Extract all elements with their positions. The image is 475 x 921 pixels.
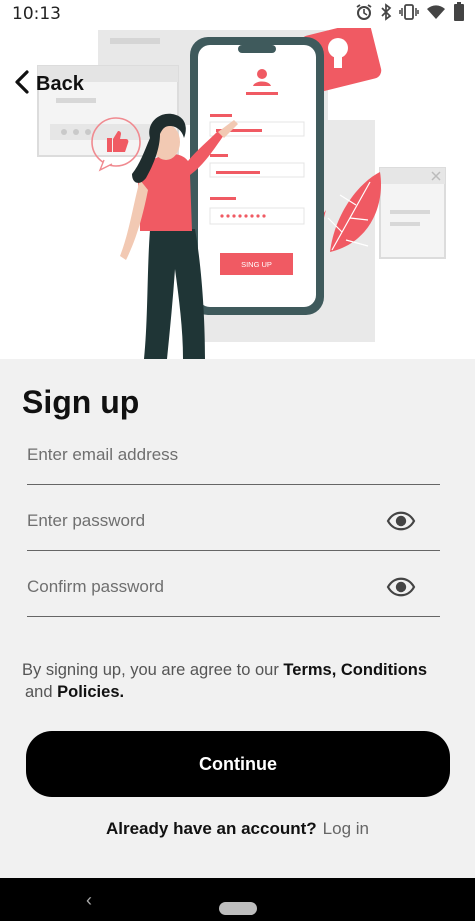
nav-home-pill[interactable]: [219, 902, 257, 915]
confirm-password-field-container: [27, 557, 440, 617]
already-have-account-label: Already have an account?: [105, 819, 317, 838]
continue-button[interactable]: Continue: [26, 731, 450, 797]
vibrate-icon: [399, 3, 419, 26]
status-bar: 10:13: [0, 0, 475, 28]
chevron-left-icon: [14, 70, 30, 99]
alarm-icon: [355, 3, 373, 26]
signup-form: Sign up By signing up, you are agree to …: [0, 359, 475, 878]
terms-line-2: and Policies.: [22, 681, 467, 703]
password-field[interactable]: [27, 491, 367, 551]
terms-prefix: By signing up, you are agree to our: [22, 661, 284, 679]
status-icons: [355, 1, 465, 27]
signup-screen: 10:13 SING UP Back Sign up Enter email a…: [0, 0, 475, 921]
illustration-button-label: SING UP: [241, 260, 272, 269]
terms-link[interactable]: Terms, Conditions: [283, 661, 427, 679]
battery-icon: [453, 1, 465, 27]
terms-and: and: [25, 683, 58, 701]
page-title: Sign up: [22, 384, 140, 420]
status-time: 10:13: [12, 4, 61, 24]
password-field-container: [27, 491, 440, 551]
eye-icon[interactable]: [386, 511, 416, 531]
policies-link[interactable]: Policies.: [57, 683, 124, 701]
eye-icon[interactable]: [386, 577, 416, 597]
login-prompt: Already have an account? Log in: [0, 819, 475, 839]
login-link[interactable]: Log in: [323, 819, 369, 838]
wifi-icon: [426, 3, 446, 26]
email-field[interactable]: [27, 425, 367, 485]
hero-illustration: SING UP Back: [0, 28, 475, 359]
system-nav-bar: ‹: [0, 878, 475, 921]
terms-text: By signing up, you are agree to our Term…: [22, 659, 467, 703]
email-field-container: [27, 425, 440, 485]
nav-back-icon[interactable]: ‹: [86, 890, 92, 911]
bluetooth-icon: [380, 2, 392, 26]
back-label: Back: [36, 73, 84, 95]
confirm-password-field[interactable]: [27, 557, 367, 617]
back-button[interactable]: Back: [14, 70, 84, 99]
